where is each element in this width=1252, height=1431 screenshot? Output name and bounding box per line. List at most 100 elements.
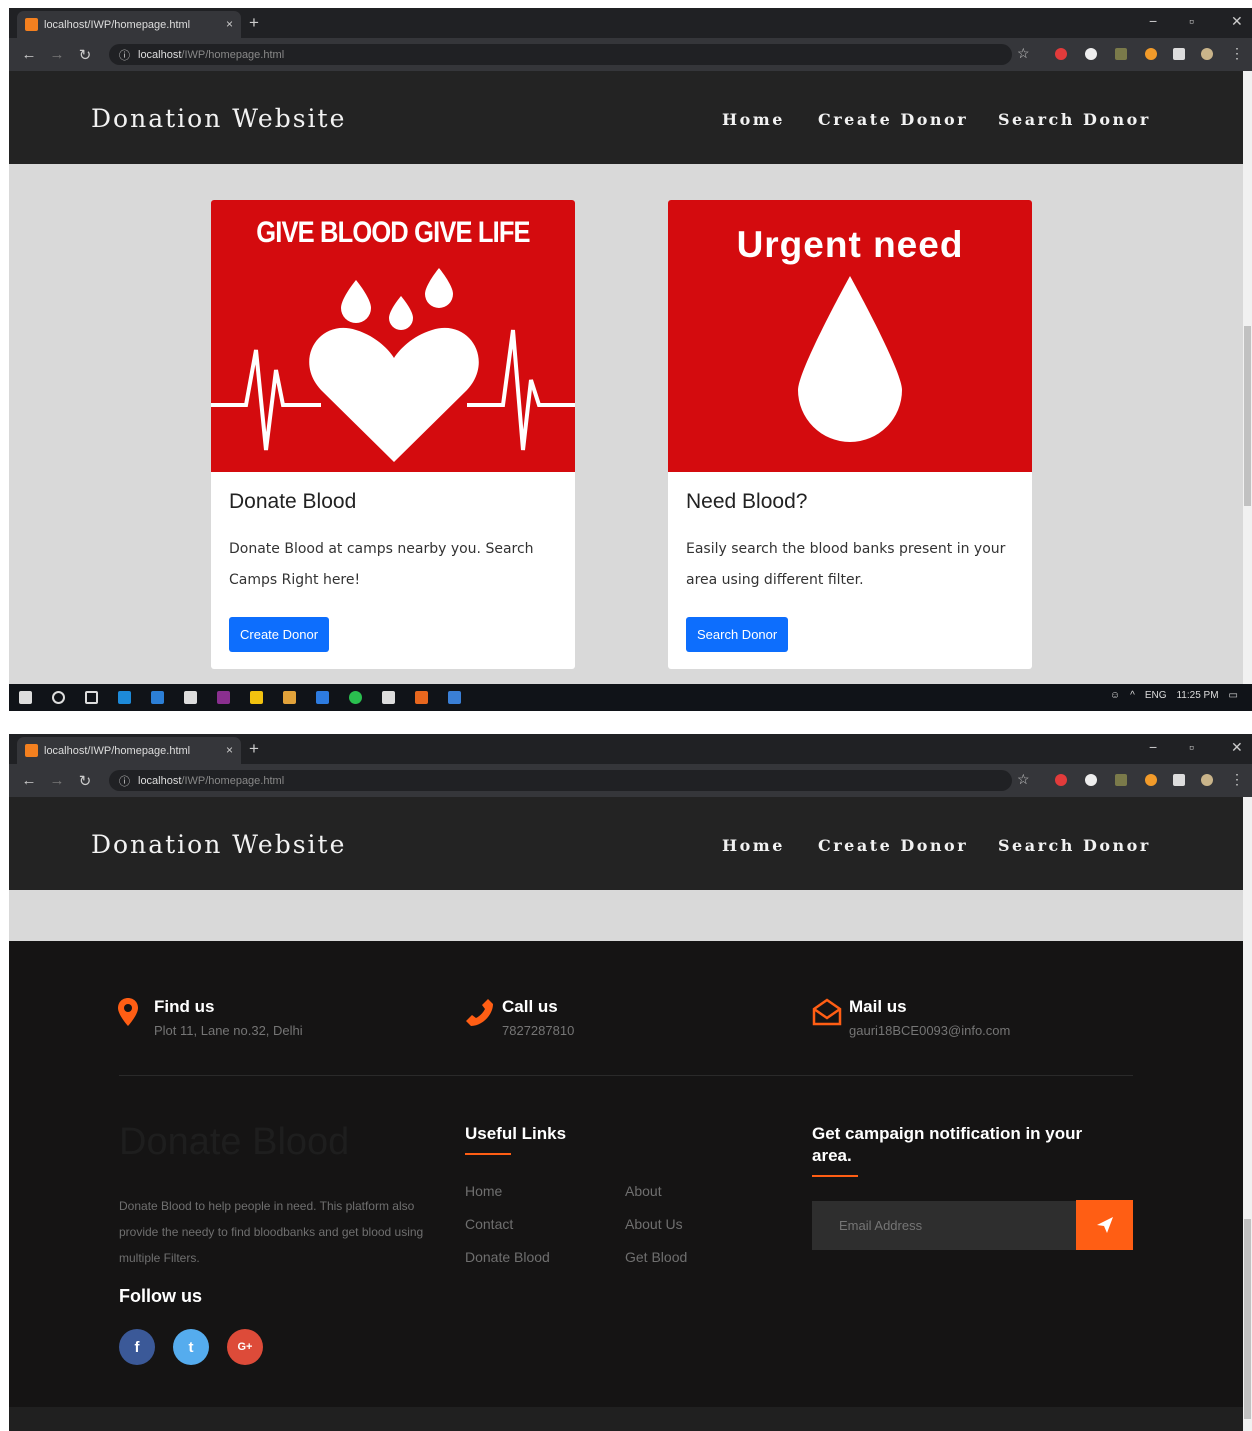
scrollbar-thumb[interactable] (1244, 1219, 1251, 1419)
site-brand[interactable]: Donation Website (91, 830, 346, 859)
url-host: localhost (138, 774, 182, 787)
page-scrollbar[interactable] (1243, 797, 1252, 1431)
footer-link[interactable]: Donate Blood (465, 1249, 550, 1265)
forward-arrow-icon[interactable]: → (49, 772, 65, 789)
footer-link[interactable]: Get Blood (625, 1249, 687, 1265)
app-icon[interactable] (415, 691, 428, 704)
extensions-puzzle-icon[interactable] (1173, 774, 1185, 786)
cta-text[interactable]: gauri18BCE0093@info.com (849, 1023, 1010, 1038)
chevron-up-icon[interactable]: ^ (1130, 690, 1135, 701)
profile-avatar[interactable] (1201, 48, 1213, 60)
whatsapp-icon[interactable] (349, 691, 362, 704)
google-plus-icon[interactable]: G+ (227, 1329, 263, 1365)
people-icon[interactable]: ☺ (1110, 690, 1120, 701)
tab-title: localhost/IWP/homepage.html (44, 18, 191, 31)
site-navbar: Donation Website Home Create Donor Searc… (9, 797, 1252, 890)
tab-close-icon[interactable]: × (226, 743, 233, 757)
app-icon[interactable] (217, 691, 230, 704)
nav-link-search-donor[interactable]: Search Donor (998, 110, 1151, 129)
nav-link-create-donor[interactable]: Create Donor (818, 836, 968, 855)
reload-icon[interactable]: ↻ (77, 772, 93, 790)
system-tray: ☺ ^ ENG 11:25 PM ▭ (1110, 690, 1238, 701)
footer-link[interactable]: Contact (465, 1216, 513, 1232)
info-icon: ⓘ (119, 49, 130, 62)
extensions-puzzle-icon[interactable] (1173, 48, 1185, 60)
forward-arrow-icon[interactable]: → (49, 46, 65, 63)
card-text: Easily search the blood banks present in… (686, 541, 1006, 588)
minimize-button[interactable]: − (1149, 739, 1157, 755)
address-bar[interactable]: ⓘ localhost/IWP/homepage.html (109, 44, 1012, 65)
extension-icon[interactable] (1085, 774, 1097, 786)
file-explorer-icon[interactable] (250, 691, 263, 704)
card-title: Donate Blood (229, 490, 357, 513)
close-window-button[interactable]: ✕ (1231, 739, 1243, 756)
windows-start-icon[interactable] (19, 691, 32, 704)
notification-icon[interactable]: ▭ (1229, 690, 1238, 701)
tab-close-icon[interactable]: × (226, 17, 233, 31)
browser-tab[interactable]: localhost/IWP/homepage.html × (17, 11, 241, 38)
card-title: Need Blood? (686, 490, 808, 513)
page-scrollbar[interactable] (1243, 71, 1252, 684)
edge-icon[interactable] (118, 691, 131, 704)
card-need-blood: Urgent need Need Blood? Easily search th… (668, 200, 1032, 669)
footer-link[interactable]: About (625, 1183, 662, 1199)
back-arrow-icon[interactable]: ← (21, 772, 37, 789)
footer-link[interactable]: Home (465, 1183, 502, 1199)
bookmark-star-icon[interactable]: ☆ (1017, 45, 1030, 62)
footer-logo[interactable]: Donate Blood (119, 1121, 349, 1164)
address-bar[interactable]: ⓘ localhost/IWP/homepage.html (109, 770, 1012, 791)
extension-icon[interactable] (1055, 774, 1067, 786)
extension-icon[interactable] (1115, 774, 1127, 786)
clock[interactable]: 11:25 PM (1176, 690, 1218, 701)
extension-icon[interactable] (1055, 48, 1067, 60)
profile-avatar[interactable] (1201, 774, 1213, 786)
search-donor-button[interactable]: Search Donor (686, 617, 789, 652)
heading-underline (812, 1175, 858, 1177)
task-view-icon[interactable] (85, 691, 98, 704)
facebook-icon[interactable]: f (119, 1329, 155, 1365)
bookmark-star-icon[interactable]: ☆ (1017, 771, 1030, 788)
create-donor-button[interactable]: Create Donor (229, 617, 330, 652)
cta-text: 7827287810 (502, 1023, 575, 1038)
nav-link-home[interactable]: Home (722, 110, 785, 129)
browser-tab[interactable]: localhost/IWP/homepage.html × (17, 737, 241, 764)
cta-mail-us: Mail us gauri18BCE0093@info.com (811, 997, 1010, 1038)
footer-link[interactable]: About Us (625, 1216, 683, 1232)
mail-icon[interactable] (151, 691, 164, 704)
extension-icon[interactable] (1145, 48, 1157, 60)
maximize-button[interactable]: ▫ (1189, 739, 1194, 755)
search-icon[interactable] (52, 691, 65, 704)
favicon-icon (25, 18, 38, 31)
store-icon[interactable] (184, 691, 197, 704)
browser-menu-icon[interactable]: ⋮ (1230, 771, 1244, 788)
reload-icon[interactable]: ↻ (77, 46, 93, 64)
language-indicator[interactable]: ENG (1145, 690, 1167, 701)
minimize-button[interactable]: − (1149, 13, 1157, 29)
twitter-icon[interactable]: t (173, 1329, 209, 1365)
cta-call-us: Call us 7827287810 (464, 997, 574, 1038)
extension-icon[interactable] (1085, 48, 1097, 60)
new-tab-button[interactable]: + (249, 13, 259, 33)
scrollbar-thumb[interactable] (1244, 326, 1251, 506)
windows-taskbar: ☺ ^ ENG 11:25 PM ▭ (9, 684, 1252, 711)
nav-link-create-donor[interactable]: Create Donor (818, 110, 968, 129)
heading-underline (465, 1153, 511, 1155)
nav-link-search-donor[interactable]: Search Donor (998, 836, 1151, 855)
vscode-icon[interactable] (316, 691, 329, 704)
new-tab-button[interactable]: + (249, 739, 259, 759)
maximize-button[interactable]: ▫ (1189, 13, 1194, 29)
site-brand[interactable]: Donation Website (91, 104, 346, 133)
app-icon[interactable] (283, 691, 296, 704)
nav-link-home[interactable]: Home (722, 836, 785, 855)
back-arrow-icon[interactable]: ← (21, 46, 37, 63)
send-button[interactable] (1076, 1200, 1133, 1250)
favicon-icon (25, 744, 38, 757)
extension-icon[interactable] (1145, 774, 1157, 786)
email-input[interactable] (812, 1201, 1076, 1250)
app-icon[interactable] (448, 691, 461, 704)
map-marker-icon (116, 997, 144, 1031)
browser-menu-icon[interactable]: ⋮ (1230, 45, 1244, 62)
extension-icon[interactable] (1115, 48, 1127, 60)
app-icon[interactable] (382, 691, 395, 704)
close-window-button[interactable]: ✕ (1231, 13, 1243, 30)
